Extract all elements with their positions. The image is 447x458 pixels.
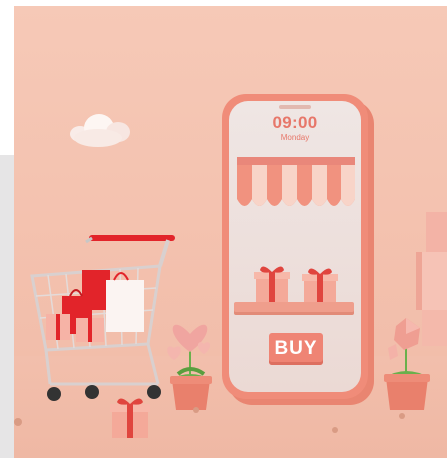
awning-icon xyxy=(237,157,355,206)
phone-notch xyxy=(279,105,311,109)
buy-button[interactable]: BUY xyxy=(269,333,323,365)
side-panel xyxy=(0,155,14,458)
shelf xyxy=(234,302,354,312)
gift-box-icon xyxy=(254,266,290,304)
shopping-cart-icon xyxy=(30,235,175,401)
crystal-plant-icon xyxy=(384,318,430,410)
smartphone: 09:00 Monday BUY xyxy=(222,94,368,399)
clock-time: 09:00 xyxy=(272,113,318,132)
phone-screen: 09:00 Monday BUY xyxy=(229,101,361,392)
pearl-decor xyxy=(14,407,405,433)
cloud-icon xyxy=(70,114,130,147)
shopping-scene: 09:00 Monday BUY xyxy=(14,6,447,458)
image-frame: 09:00 Monday BUY xyxy=(0,0,447,458)
heart-plant-icon xyxy=(167,324,212,410)
gift-box-icon xyxy=(302,268,338,304)
clock-day: Monday xyxy=(280,133,310,142)
